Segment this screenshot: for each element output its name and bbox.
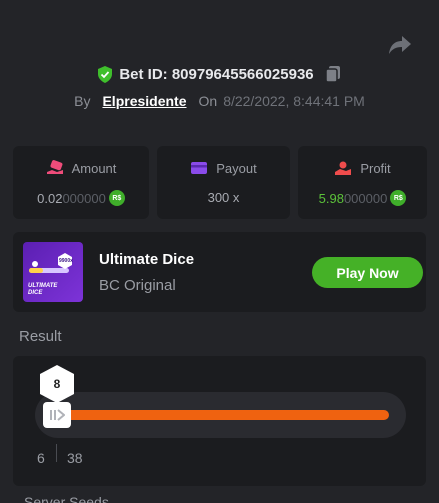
thumb-badge: 9900x <box>59 258 73 264</box>
range-min-value: 6 <box>37 450 45 466</box>
profit-card: Profit 5.98 000000 R$ <box>298 146 427 219</box>
author-row: By Elpresidente On 8/22/2022, 8:44:41 PM <box>0 91 439 111</box>
profit-label: Profit <box>360 160 391 176</box>
profit-value: 5.98 <box>318 190 344 206</box>
by-label: By <box>74 93 91 109</box>
game-title: Ultimate Dice <box>99 251 195 268</box>
thumb-title: ULTIMATE DICE <box>28 283 58 296</box>
result-range-bar <box>56 410 389 420</box>
amount-icon <box>46 160 63 174</box>
payout-value: 300 x <box>207 190 240 205</box>
amount-label: Amount <box>71 160 117 176</box>
amount-value: 0.02 <box>37 190 63 206</box>
play-now-button[interactable]: Play Now <box>312 257 423 288</box>
result-label: Result <box>19 328 62 345</box>
amount-card: Amount 0.02 000000 R$ <box>13 146 149 219</box>
currency-coin-icon: R$ <box>390 190 407 206</box>
currency-coin-icon: R$ <box>108 190 125 206</box>
shield-check-icon <box>98 65 113 83</box>
slider-handle[interactable] <box>43 402 71 428</box>
range-max-value: 38 <box>67 450 83 466</box>
payout-label: Payout <box>216 160 257 176</box>
profit-icon <box>335 161 352 175</box>
copy-icon[interactable] <box>324 65 342 83</box>
bet-datetime: 8/22/2022, 8:44:41 PM <box>223 93 365 109</box>
game-thumbnail[interactable]: 9900x ULTIMATE DICE <box>23 242 83 302</box>
slider-grip-icon <box>50 409 65 421</box>
game-card: 9900x ULTIMATE DICE Ultimate Dice BC Ori… <box>13 232 426 312</box>
game-subtitle: BC Original <box>99 277 176 294</box>
username-link[interactable]: Elpresidente <box>102 93 186 109</box>
bet-id-row: Bet ID: 80979645566025936 <box>0 64 439 84</box>
dice-result-value: 8 <box>53 377 61 391</box>
profit-value-decimals: 000000 <box>343 190 388 206</box>
on-label: On <box>198 93 218 109</box>
payout-card: Payout 300 x <box>157 146 290 219</box>
range-divider <box>56 444 57 462</box>
share-icon[interactable] <box>388 34 412 56</box>
payout-card-icon <box>191 162 208 174</box>
amount-value-decimals: 000000 <box>62 190 106 206</box>
bet-id-text: Bet ID: 80979645566025936 <box>119 65 314 83</box>
server-seeds-label: Server Seeds <box>24 494 109 503</box>
